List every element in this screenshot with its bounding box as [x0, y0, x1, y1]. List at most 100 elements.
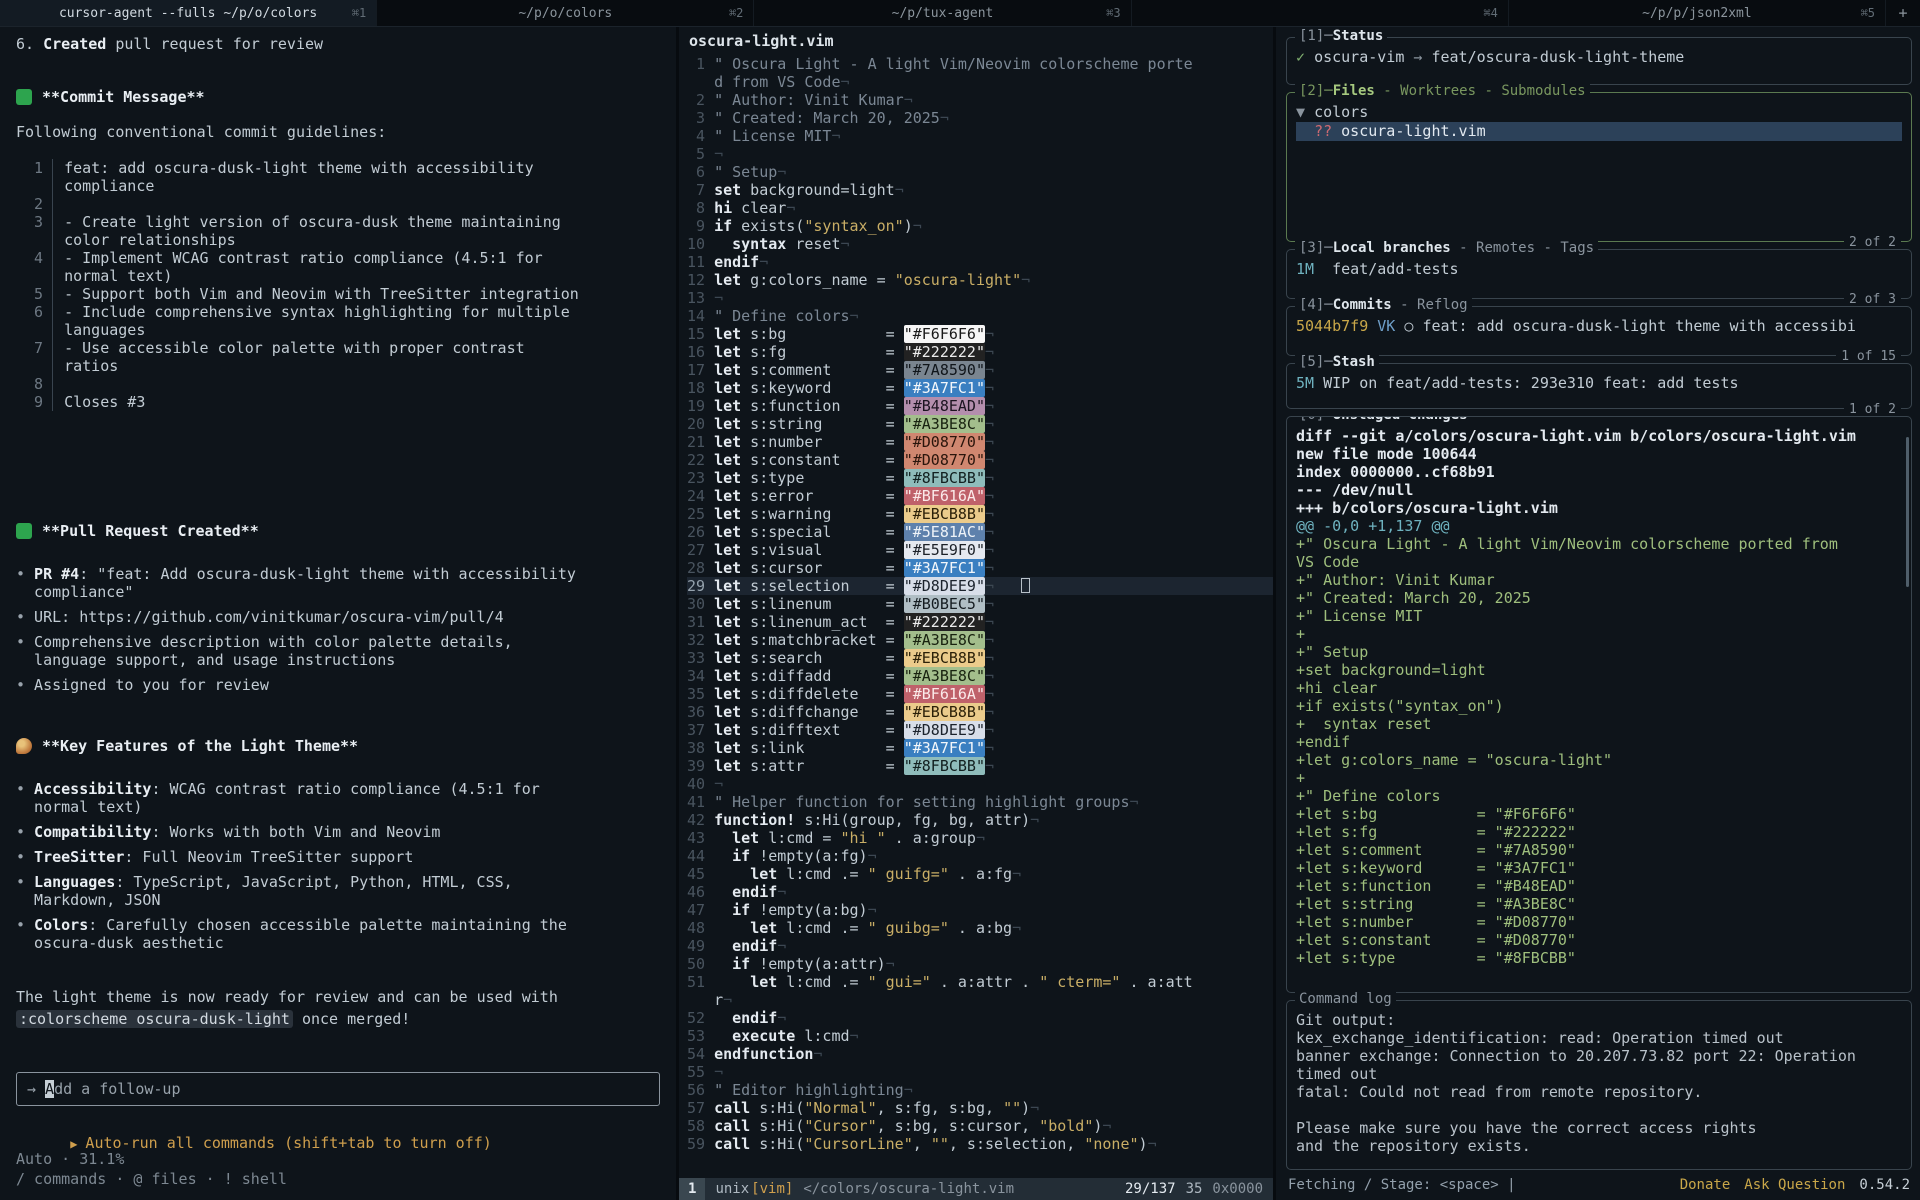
buffer-line[interactable]: 50 if !empty(a:attr)¬ — [687, 955, 1273, 973]
file-row[interactable]: ?? oscura-light.vim — [1296, 122, 1902, 141]
buffer-line[interactable]: 56" Editor highlighting¬ — [687, 1081, 1273, 1099]
buffer-line[interactable]: 44 if !empty(a:fg)¬ — [687, 847, 1273, 865]
buffer-line[interactable]: 37let s:difftext = "#D8DEE9"¬ — [687, 721, 1273, 739]
buffer-line[interactable]: 49 endif¬ — [687, 937, 1273, 955]
commit-row[interactable]: 5044b7f9 VK ○ feat: add oscura-dusk-ligh… — [1296, 317, 1902, 336]
tmux-window-tab-1[interactable]: cursor-agent --fulls ~/p/o/colors⌘1 — [0, 0, 377, 26]
buffer-line[interactable]: 14" Define colors¬ — [687, 307, 1273, 325]
panel-tab[interactable]: Stash — [1333, 354, 1375, 370]
buffer-line[interactable]: 11endif¬ — [687, 253, 1273, 271]
buffer-line[interactable]: 39let s:attr = "#8FBCBB"¬ — [687, 757, 1273, 775]
buffer-line[interactable]: 16let s:fg = "#222222"¬ — [687, 343, 1273, 361]
chat-transcript: 6. Created pull request for review**Comm… — [16, 35, 660, 1072]
buffer-line[interactable]: 41" Helper function for setting highligh… — [687, 793, 1273, 811]
branches-panel[interactable]: [3]─Local branches - Remotes - Tags1M fe… — [1286, 249, 1912, 299]
tmux-window-tab-3[interactable]: ~/p/tux-agent⌘3 — [754, 0, 1131, 26]
buffer-line[interactable]: 31let s:linenum_act = "#222222"¬ — [687, 613, 1273, 631]
panel-tab[interactable]: Files — [1333, 83, 1375, 99]
panel-tab[interactable]: Status — [1333, 28, 1384, 44]
buffer-line[interactable]: 29let s:selection = "#D8DEE9"¬ — [687, 577, 1273, 595]
stash-panel[interactable]: [5]─Stash5M WIP on feat/add-tests: 293e3… — [1286, 363, 1912, 409]
panel-tab[interactable]: Tags — [1560, 240, 1594, 256]
buffer-line[interactable]: 54endfunction¬ — [687, 1045, 1273, 1063]
buffer-line[interactable]: 19let s:function = "#B48EAD"¬ — [687, 397, 1273, 415]
buffer-line[interactable]: 8hi clear¬ — [687, 199, 1273, 217]
buffer-line[interactable]: 36let s:diffchange = "#EBCB8B"¬ — [687, 703, 1273, 721]
buffer-line[interactable]: 13¬ — [687, 289, 1273, 307]
buffer-line[interactable]: 24let s:error = "#BF616A"¬ — [687, 487, 1273, 505]
buffer-line[interactable]: 55¬ — [687, 1063, 1273, 1081]
scrollbar[interactable] — [1906, 437, 1909, 587]
panel-tab[interactable]: Reflog — [1417, 297, 1468, 313]
buffer-line[interactable]: 18let s:keyword = "#3A7FC1"¬ — [687, 379, 1273, 397]
donate-link[interactable]: Donate — [1680, 1177, 1731, 1193]
stash-row[interactable]: 5M WIP on feat/add-tests: 293e310 feat: … — [1296, 374, 1902, 393]
panel-tab[interactable]: Remotes — [1476, 240, 1535, 256]
buffer-line[interactable]: 15let s:bg = "#F6F6F6"¬ — [687, 325, 1273, 343]
files-panel[interactable]: [2]─Files - Worktrees - Submodules▼ colo… — [1286, 92, 1912, 242]
buffer-line[interactable]: 9if exists("syntax_on")¬ — [687, 217, 1273, 235]
buffer-line[interactable]: 57call s:Hi("Normal", s:fg, s:bg, "")¬ — [687, 1099, 1273, 1117]
commits-panel[interactable]: [4]─Commits - Reflog5044b7f9 VK ○ feat: … — [1286, 306, 1912, 356]
followup-input[interactable]: →Add a follow-up — [16, 1072, 660, 1106]
panel-tab[interactable]: Submodules — [1501, 83, 1585, 99]
buffer-line[interactable]: 3" Created: March 20, 2025¬ — [687, 109, 1273, 127]
branch-row[interactable]: 1M feat/add-tests — [1296, 260, 1902, 279]
buffer-line[interactable]: 34let s:diffadd = "#A3BE8C"¬ — [687, 667, 1273, 685]
panel-tab[interactable]: Local branches — [1333, 240, 1451, 256]
buffer-line[interactable]: 30let s:linenum = "#B0BEC5"¬ — [687, 595, 1273, 613]
buffer-line[interactable]: 35let s:diffdelete = "#BF616A"¬ — [687, 685, 1273, 703]
buffer-line[interactable]: 6" Setup¬ — [687, 163, 1273, 181]
buffer-line[interactable]: 4" License MIT¬ — [687, 127, 1273, 145]
followup-placeholder: dd a follow-up — [54, 1080, 180, 1098]
buffer-line[interactable]: 20let s:string = "#A3BE8C"¬ — [687, 415, 1273, 433]
panel-tab[interactable]: Commits — [1333, 297, 1392, 313]
buffer-line[interactable]: 27let s:visual = "#E5E9F0"¬ — [687, 541, 1273, 559]
buffer-line[interactable]: 25let s:warning = "#EBCB8B"¬ — [687, 505, 1273, 523]
buffer-line[interactable]: 28let s:cursor = "#3A7FC1"¬ — [687, 559, 1273, 577]
tmux-window-tab-5[interactable]: ~/p/p/json2xml⌘5 — [1509, 0, 1886, 26]
buffer-line[interactable]: 45 let l:cmd .= " guifg=" . a:fg¬ — [687, 865, 1273, 883]
tmux-window-tab-4[interactable]: ⌘4 — [1132, 0, 1509, 26]
buffer-line[interactable]: 51 let l:cmd .= " gui=" . a:attr . " cte… — [687, 973, 1273, 991]
buffer-line[interactable]: 43 let l:cmd = "hi " . a:group¬ — [687, 829, 1273, 847]
repo-status-row[interactable]: ✓ oscura-vim → feat/oscura-dusk-light-th… — [1296, 48, 1902, 67]
buffer-line[interactable]: 12let g:colors_name = "oscura-light"¬ — [687, 271, 1273, 289]
autorun-status[interactable]: ▶Auto-run all commands (shift+tab to tur… — [16, 1116, 660, 1134]
panel-tab[interactable]: Unstaged changes — [1333, 416, 1468, 423]
buffer-line[interactable]: 59call s:Hi("CursorLine", "", s:selectio… — [687, 1135, 1273, 1153]
tmux-window-tab-2[interactable]: ~/p/o/colors⌘2 — [377, 0, 754, 26]
ask-question-link[interactable]: Ask Question — [1744, 1177, 1845, 1193]
buffer-line[interactable]: 17let s:comment = "#7A8590"¬ — [687, 361, 1273, 379]
buffer-line[interactable]: 58call s:Hi("Cursor", s:bg, s:cursor, "b… — [687, 1117, 1273, 1135]
buffer-line[interactable]: 23let s:type = "#8FBCBB"¬ — [687, 469, 1273, 487]
panel-tab[interactable]: Command log — [1299, 991, 1392, 1007]
status-panel[interactable]: [1]─Status✓ oscura-vim → feat/oscura-dus… — [1286, 37, 1912, 85]
buffer-line[interactable]: 1" Oscura Light - A light Vim/Neovim col… — [687, 55, 1273, 73]
buffer-line[interactable]: 26let s:special = "#5E81AC"¬ — [687, 523, 1273, 541]
buffer-line[interactable]: 22let s:constant = "#D08770"¬ — [687, 451, 1273, 469]
buffer-line[interactable]: 32let s:matchbracket = "#A3BE8C"¬ — [687, 631, 1273, 649]
vim-buffer[interactable]: 1" Oscura Light - A light Vim/Neovim col… — [679, 55, 1273, 1178]
buffer-line[interactable]: d from VS Code¬ — [687, 73, 1273, 91]
buffer-line[interactable]: 10 syntax reset¬ — [687, 235, 1273, 253]
buffer-line[interactable]: 38let s:link = "#3A7FC1"¬ — [687, 739, 1273, 757]
buffer-line[interactable]: 5¬ — [687, 145, 1273, 163]
buffer-line[interactable]: 52 endif¬ — [687, 1009, 1273, 1027]
buffer-line[interactable]: 2" Author: Vinit Kumar¬ — [687, 91, 1273, 109]
buffer-line[interactable]: 7set background=light¬ — [687, 181, 1273, 199]
new-window-button[interactable]: + — [1886, 0, 1920, 26]
buffer-line[interactable]: r¬ — [687, 991, 1273, 1009]
buffer-line[interactable]: 33let s:search = "#EBCB8B"¬ — [687, 649, 1273, 667]
buffer-line[interactable]: 42function! s:Hi(group, fg, bg, attr)¬ — [687, 811, 1273, 829]
buffer-line[interactable]: 46 endif¬ — [687, 883, 1273, 901]
buffer-line[interactable]: 40¬ — [687, 775, 1273, 793]
buffer-line[interactable]: 21let s:number = "#D08770"¬ — [687, 433, 1273, 451]
line-number: 47 — [687, 901, 705, 919]
buffer-line[interactable]: 47 if !empty(a:bg)¬ — [687, 901, 1273, 919]
buffer-line[interactable]: 53 execute l:cmd¬ — [687, 1027, 1273, 1045]
buffer-line[interactable]: 48 let l:cmd .= " guibg=" . a:bg¬ — [687, 919, 1273, 937]
unstaged-changes-panel[interactable]: [0]─Unstaged changesdiff --git a/colors/… — [1286, 416, 1912, 993]
panel-tab[interactable]: Worktrees — [1400, 83, 1476, 99]
directory-row[interactable]: ▼ colors — [1296, 103, 1902, 122]
